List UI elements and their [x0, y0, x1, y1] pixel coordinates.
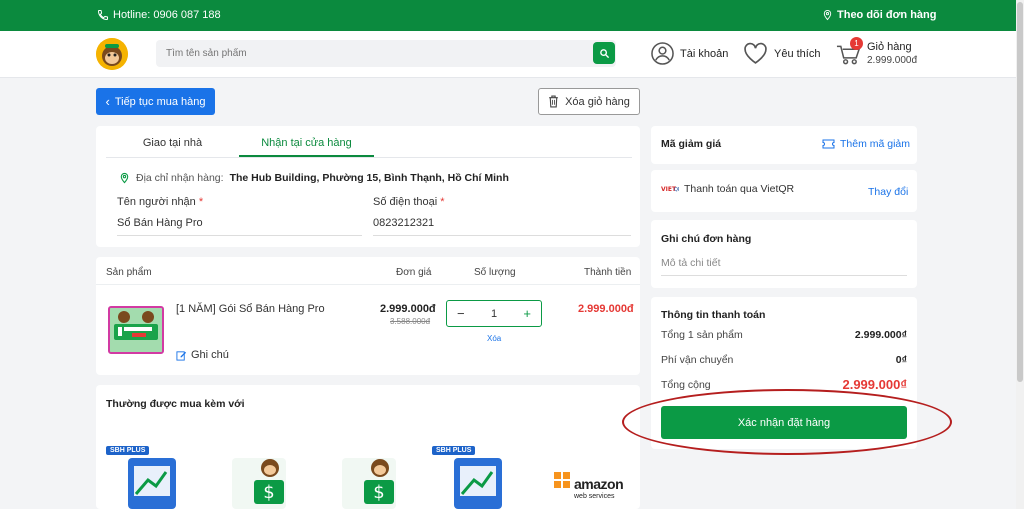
- cart-count-badge: 1: [850, 37, 863, 50]
- clear-cart-label: Xóa giỏ hàng: [565, 95, 630, 108]
- continue-shopping-button[interactable]: ‹ Tiếp tục mua hàng: [96, 88, 215, 115]
- col-unit-price: Đơn giá: [396, 267, 432, 278]
- user-icon: [651, 42, 674, 65]
- sbh-plus-box-icon: [454, 458, 502, 509]
- cart-header-divider: [96, 284, 640, 285]
- phone-label-text: Số điện thoại: [373, 196, 438, 208]
- product-image-icon: [110, 308, 162, 352]
- tab-store-pickup[interactable]: Nhận tại cửa hàng: [239, 132, 374, 157]
- add-coupon-link[interactable]: Thêm mã giảm: [822, 138, 910, 150]
- wishlist-link[interactable]: Yêu thích: [743, 42, 820, 65]
- account-label: Tài khoản: [680, 47, 729, 60]
- subtotal-label: Tổng 1 sản phẩm: [661, 329, 743, 341]
- recipient-field[interactable]: Sổ Bán Hàng Pro: [117, 217, 362, 236]
- hotline-text: Hotline: 0906 087 188: [113, 9, 221, 21]
- scrollbar-thumb[interactable]: [1017, 2, 1023, 382]
- continue-shopping-label: Tiếp tục mua hàng: [114, 95, 206, 108]
- phone-icon: [97, 10, 108, 21]
- related-product-2[interactable]: $: [214, 440, 302, 509]
- recipient-label: Tên người nhận *: [117, 196, 203, 208]
- trash-icon: [549, 95, 558, 108]
- heart-icon: [744, 42, 767, 64]
- top-bar: Hotline: 0906 087 188 Theo dõi đơn hàng: [0, 0, 1024, 31]
- unit-price: 2.999.000đ: [380, 303, 436, 315]
- add-coupon-label: Thêm mã giảm: [840, 138, 911, 150]
- vietqr-logo-icon: VIETQR: [661, 183, 679, 193]
- search-icon: [599, 48, 609, 58]
- subtotal-value: 2.999.000₫: [854, 329, 907, 341]
- required-mark: *: [198, 196, 204, 208]
- tab-home-delivery[interactable]: Giao tại nhà: [106, 132, 239, 157]
- related-product-3[interactable]: $: [324, 440, 412, 509]
- related-product-aws[interactable]: amazon web services: [540, 440, 628, 509]
- svg-text:$: $: [373, 482, 384, 503]
- phone-field[interactable]: 0823212321: [373, 217, 631, 236]
- note-label: Ghi chú: [191, 349, 229, 361]
- monkey-cash-icon: $: [232, 458, 286, 509]
- address-label: Địa chỉ nhận hàng:: [136, 172, 224, 184]
- total-label: Tổng cộng: [661, 379, 711, 391]
- account-link[interactable]: Tài khoản: [651, 42, 728, 65]
- amazon-wordmark: amazon: [574, 476, 624, 492]
- payment-method: Thanh toán qua VietQR: [684, 183, 795, 195]
- wishlist-label: Yêu thích: [774, 47, 821, 60]
- product-thumbnail[interactable]: [108, 306, 164, 354]
- search-input[interactable]: [156, 40, 576, 67]
- location-icon: [823, 9, 832, 21]
- old-price: 3.588.000đ: [390, 317, 431, 326]
- shipping-value: 0₫: [895, 354, 907, 366]
- logo[interactable]: [96, 38, 128, 70]
- product-name[interactable]: [1 NĂM] Gói Sổ Bán Hàng Pro: [176, 303, 325, 315]
- order-note-input[interactable]: Mô tả chi tiết: [661, 252, 907, 276]
- aws-cubes-icon: [554, 472, 570, 488]
- summary-title: Thông tin thanh toán: [661, 309, 766, 321]
- location-pin-icon: [120, 172, 129, 184]
- track-orders-link[interactable]: Theo dõi đơn hàng: [822, 9, 936, 21]
- sbh-plus-box-icon: [128, 458, 176, 509]
- phone-label: Số điện thoại *: [373, 196, 445, 208]
- change-payment-link[interactable]: Thay đổi: [868, 186, 908, 198]
- address-value: The Hub Building, Phường 15, Bình Thạnh,…: [229, 172, 509, 184]
- recipient-label-text: Tên người nhận: [117, 196, 196, 208]
- plus-button[interactable]: +: [523, 306, 531, 321]
- search-button[interactable]: [593, 42, 615, 64]
- track-orders-text: Theo dõi đơn hàng: [837, 9, 937, 21]
- note-title: Ghi chú đơn hàng: [661, 233, 752, 245]
- related-title: Thường được mua kèm với: [106, 398, 245, 410]
- shipping-label: Phí vận chuyển: [661, 354, 734, 366]
- clear-cart-button[interactable]: Xóa giỏ hàng: [538, 88, 640, 115]
- coupon-label: Mã giảm giá: [661, 138, 722, 150]
- minus-button[interactable]: −: [457, 306, 465, 321]
- monkey-cash-icon: $: [342, 458, 396, 509]
- col-product: Sản phẩm: [106, 267, 152, 278]
- quantity-stepper: − 1 +: [446, 300, 542, 327]
- line-total: 2.999.000đ: [578, 303, 634, 315]
- remove-item-link[interactable]: Xóa: [487, 334, 501, 343]
- note-button[interactable]: Ghi chú: [176, 349, 229, 361]
- delivery-tabs: Giao tại nhà Nhận tại cửa hàng: [106, 132, 632, 157]
- col-total: Thành tiền: [584, 267, 632, 278]
- tabs-divider: [106, 157, 632, 158]
- col-quantity: Số lượng: [474, 267, 516, 278]
- cart-label: Giỏ hàng: [867, 41, 912, 53]
- hotline[interactable]: Hotline: 0906 087 188: [97, 9, 221, 21]
- svg-text:$: $: [263, 482, 274, 503]
- aws-subtitle: web services: [574, 493, 615, 500]
- related-product-4[interactable]: SBH PLUS: [432, 440, 520, 509]
- quantity-value[interactable]: 1: [491, 308, 497, 320]
- search-bar: [156, 40, 616, 67]
- total-value: 2.999.000₫: [842, 377, 907, 392]
- svg-text:QR: QR: [674, 187, 679, 192]
- edit-icon: [176, 350, 187, 361]
- pickup-address: Địa chỉ nhận hàng: The Hub Building, Phư…: [119, 172, 509, 184]
- ticket-icon: [822, 139, 835, 149]
- related-product-1[interactable]: SBH PLUS: [106, 440, 194, 509]
- annotation-ellipse: [622, 389, 952, 455]
- cart-link[interactable]: 1 Giỏ hàng 2.999.000đ: [836, 37, 918, 68]
- chevron-left-icon: ‹: [105, 94, 110, 109]
- required-mark: *: [440, 196, 445, 208]
- cart-total: 2.999.000đ: [867, 55, 918, 66]
- monkey-logo-icon: [96, 38, 128, 70]
